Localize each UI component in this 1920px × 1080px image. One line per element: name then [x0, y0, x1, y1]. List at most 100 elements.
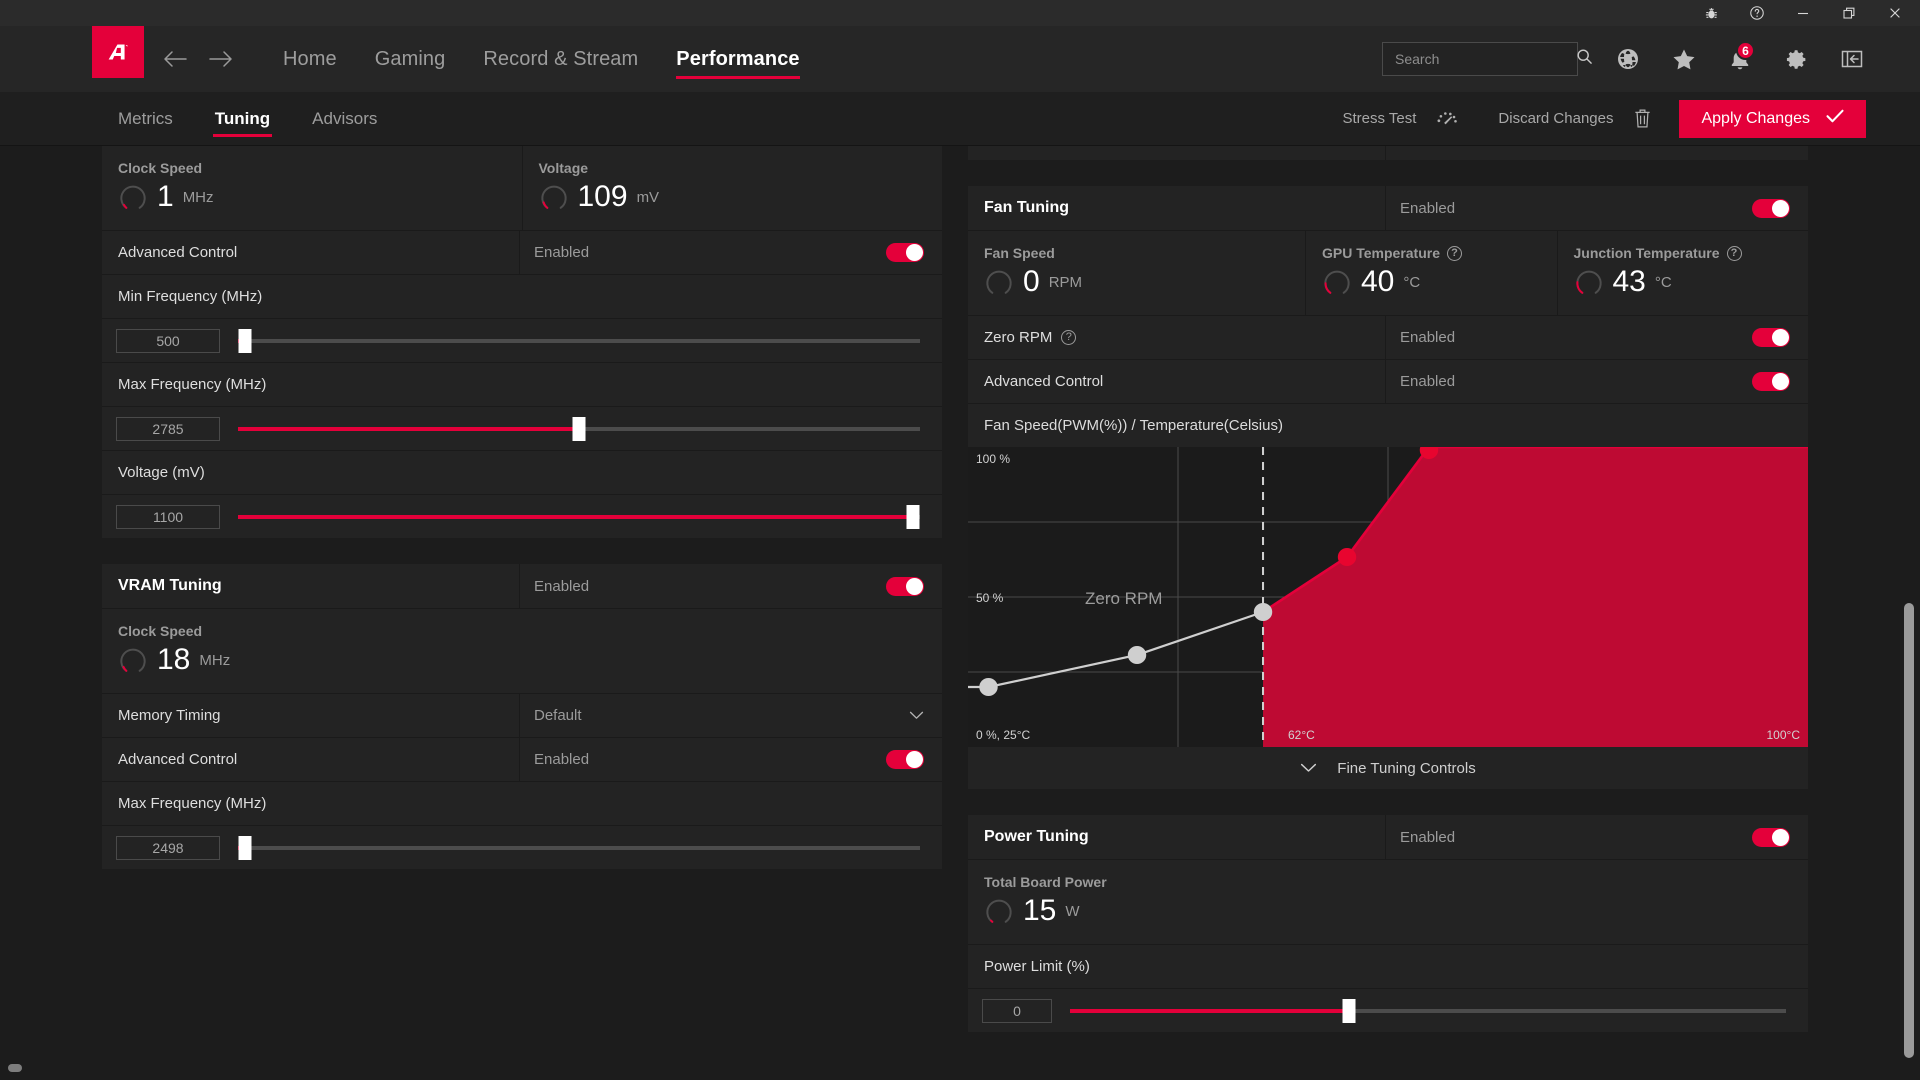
toggle-switch[interactable]: [1752, 827, 1790, 847]
tab-advisors[interactable]: Advisors: [300, 92, 389, 146]
row-value: Enabled: [520, 738, 942, 781]
panel-collapse-icon[interactable]: [1824, 34, 1880, 84]
toggle-switch[interactable]: [1752, 372, 1790, 391]
toggle-switch[interactable]: [886, 750, 924, 769]
chart-point-inactive: [979, 603, 1273, 696]
row-label: Memory Timing: [102, 694, 520, 737]
help-icon[interactable]: ?: [1726, 245, 1742, 261]
vertical-scrollbar[interactable]: [1904, 148, 1914, 1066]
gauge-icon: [1324, 270, 1350, 294]
gpu-voltage-value[interactable]: 1100: [116, 504, 220, 529]
memory-timing-row[interactable]: Memory Timing Default: [102, 693, 942, 737]
minimize-icon[interactable]: [1780, 0, 1826, 26]
power-limit-value[interactable]: 0: [982, 998, 1052, 1023]
toggle-switch[interactable]: [1752, 198, 1790, 218]
tab-tuning[interactable]: Tuning: [203, 92, 282, 146]
readout-gpu-temperature: GPU Temperature ? 40 °C: [1306, 231, 1558, 315]
gauge-icon: [986, 270, 1012, 294]
toggle-switch[interactable]: [886, 243, 924, 262]
vram-advanced-control-row[interactable]: Advanced Control Enabled: [102, 737, 942, 781]
gauge-icon: [120, 648, 146, 672]
gpu-advanced-control-row[interactable]: Advanced Control Enabled: [102, 230, 942, 274]
zero-rpm-row[interactable]: Zero RPM ? Enabled: [968, 315, 1808, 359]
help-icon[interactable]: [1734, 0, 1780, 26]
nav-item-label: Record & Stream: [483, 47, 639, 70]
max-frequency-value[interactable]: 2785: [116, 416, 220, 441]
power-limit-slider[interactable]: [1070, 998, 1786, 1023]
restore-icon[interactable]: [1826, 0, 1872, 26]
chevron-down-icon[interactable]: [1300, 760, 1317, 777]
row-label: Zero RPM ?: [968, 316, 1386, 359]
nav-item-record-stream[interactable]: Record & Stream: [464, 26, 657, 92]
search-box[interactable]: [1382, 42, 1592, 76]
performance-subnav: Metrics Tuning Advisors Stress Test Disc…: [0, 92, 1920, 146]
star-icon[interactable]: [1656, 34, 1712, 84]
search-icon[interactable]: [1576, 48, 1593, 70]
fan-advanced-control-row[interactable]: Advanced Control Enabled: [968, 359, 1808, 403]
tab-label: Advisors: [312, 108, 378, 128]
power-tuning-header[interactable]: Power Tuning Enabled: [968, 815, 1808, 859]
toggle-state-label: Enabled: [1400, 199, 1456, 217]
trash-icon[interactable]: [1623, 100, 1661, 138]
nav-right-tools: 6: [1382, 34, 1920, 84]
gauge-icon: [986, 899, 1012, 923]
bell-icon[interactable]: 6: [1712, 34, 1768, 84]
vram-max-frequency-value[interactable]: 2498: [116, 835, 220, 860]
readout-number: 1: [157, 180, 174, 213]
globe-icon[interactable]: [1600, 34, 1656, 84]
readout-total-board-power: Total Board Power 15 W: [968, 860, 1808, 944]
back-arrow-icon[interactable]: [156, 40, 194, 78]
search-input[interactable]: [1395, 51, 1576, 67]
stress-test-label[interactable]: Stress Test: [1343, 110, 1417, 127]
fine-tuning-controls-row[interactable]: Fine Tuning Controls: [968, 747, 1808, 789]
toggle-switch[interactable]: [1752, 328, 1790, 347]
vram-readouts: Clock Speed 18 MHz: [102, 608, 942, 693]
nav-item-label: Performance: [676, 47, 800, 70]
gauge-icon[interactable]: [1428, 100, 1466, 138]
readout-unit: W: [1065, 902, 1080, 920]
tab-label: Tuning: [214, 108, 271, 128]
vram-max-frequency-slider[interactable]: [238, 835, 920, 860]
gauge-icon: [540, 185, 567, 209]
fan-curve-svg[interactable]: [968, 447, 1808, 747]
gear-icon[interactable]: [1768, 34, 1824, 84]
row-label: Advanced Control: [102, 231, 520, 274]
power-limit-label: Power Limit (%): [968, 944, 1808, 988]
nav-item-home[interactable]: Home: [264, 26, 356, 92]
amd-logo-icon[interactable]: [92, 26, 144, 78]
close-icon[interactable]: [1872, 0, 1918, 26]
fan-curve-chart[interactable]: 100 % 50 % 0 %, 25°C 62°C 100°C Zero RPM: [968, 447, 1808, 747]
toggle-switch[interactable]: [886, 576, 924, 596]
fan-readouts: Fan Speed 0 RPM GPU Temperature ? 40 °C …: [968, 230, 1808, 315]
horizontal-scrollbar-thumb[interactable]: [8, 1064, 22, 1072]
readout-label: GPU Temperature ?: [1322, 245, 1541, 261]
gauge-icon: [1575, 270, 1602, 294]
min-frequency-label: Min Frequency (MHz): [102, 274, 942, 318]
apply-changes-label: Apply Changes: [1701, 109, 1810, 127]
forward-arrow-icon[interactable]: [202, 40, 240, 78]
bug-report-icon[interactable]: [1688, 0, 1734, 26]
nav-item-gaming[interactable]: Gaming: [356, 26, 465, 92]
apply-changes-button[interactable]: Apply Changes: [1679, 99, 1866, 138]
check-icon: [1826, 109, 1844, 128]
help-icon[interactable]: ?: [1447, 245, 1462, 261]
toggle-state-label: Enabled: [1400, 828, 1456, 846]
min-frequency-slider[interactable]: [238, 328, 920, 353]
tuning-content: Clock Speed 1 MHz Voltage 109 mV Advance…: [0, 146, 1920, 1080]
gpu-voltage-slider[interactable]: [238, 504, 920, 529]
nav-item-performance[interactable]: Performance: [657, 26, 818, 92]
gpu-voltage-label: Voltage (mV): [102, 450, 942, 494]
row-value: Enabled: [1386, 316, 1808, 359]
min-frequency-value[interactable]: 500: [116, 328, 220, 353]
vram-tuning-title: VRAM Tuning: [102, 564, 520, 608]
vertical-scrollbar-thumb[interactable]: [1904, 603, 1914, 1058]
vram-tuning-header[interactable]: VRAM Tuning Enabled: [102, 564, 942, 608]
chevron-down-icon[interactable]: [909, 707, 924, 724]
max-frequency-slider[interactable]: [238, 416, 920, 441]
help-icon[interactable]: ?: [1061, 330, 1077, 345]
row-value: Enabled: [1386, 815, 1808, 859]
gpu-tuning-card: Clock Speed 1 MHz Voltage 109 mV Advance…: [102, 146, 942, 538]
discard-changes-label[interactable]: Discard Changes: [1498, 110, 1613, 127]
fan-tuning-header[interactable]: Fan Tuning Enabled: [968, 186, 1808, 230]
tab-metrics[interactable]: Metrics: [106, 92, 185, 146]
